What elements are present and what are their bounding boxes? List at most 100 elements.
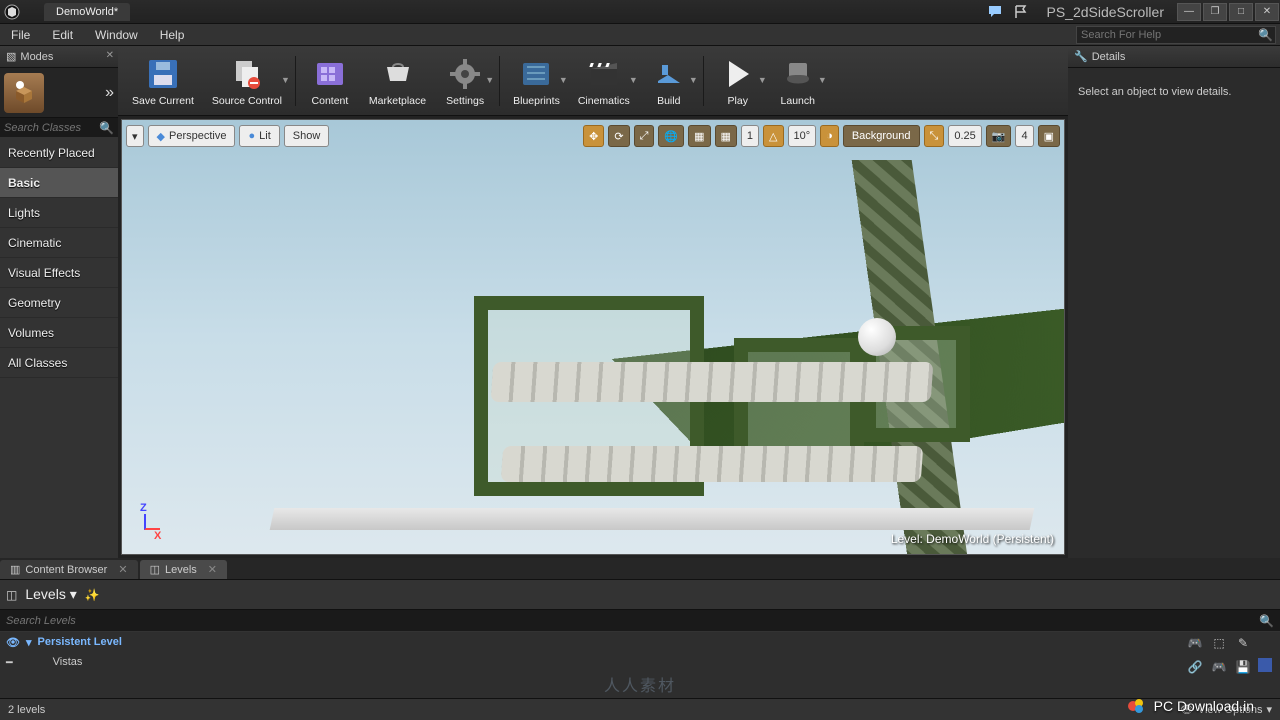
edit-icon[interactable]: ✎ (1234, 634, 1252, 652)
levels-toolbar: ◫ Levels ▾ ✨ (0, 580, 1280, 610)
chevron-down-icon[interactable]: ▼ (818, 75, 827, 85)
tab-levels[interactable]: ◫ Levels ✕ (140, 560, 227, 579)
level-row-child[interactable]: ━ Vistas (0, 652, 1280, 672)
play-icon (719, 55, 757, 93)
angle-snap-icon[interactable]: △ (763, 125, 783, 147)
camera-icon: ◆ (157, 130, 165, 143)
close-button[interactable]: ✕ (1255, 3, 1279, 21)
grid-snap-icon[interactable]: ▦ (715, 125, 737, 147)
camera-speed-value[interactable]: 4 (1015, 125, 1033, 147)
angle-snap-value[interactable]: 10° (788, 125, 817, 147)
translate-gizmo-icon[interactable]: ✥ (583, 125, 604, 147)
marketplace-icon (379, 55, 417, 93)
cat-all-classes[interactable]: All Classes (0, 348, 118, 378)
settings-button[interactable]: Settings ▼ (436, 49, 494, 113)
tab-content-browser[interactable]: ▥ Content Browser ✕ (0, 560, 138, 579)
search-classes-input[interactable] (4, 122, 114, 134)
category-list: Recently Placed Basic Lights Cinematic V… (0, 138, 118, 558)
level-count: 2 levels (8, 704, 45, 716)
background-button[interactable]: Background (843, 125, 920, 147)
level-action-icons: 🎮 ⬚ ✎ 🔗 🎮 💾 (1186, 634, 1272, 676)
content-icon (311, 55, 349, 93)
rotate-gizmo-icon[interactable]: ⟳ (608, 125, 629, 147)
level-row-persistent[interactable]: 👁 ▾ Persistent Level (0, 632, 1280, 652)
main-toolbar: Save Current Source Control ▼ Content Ma… (118, 46, 1068, 116)
document-tab[interactable]: DemoWorld* (44, 3, 130, 21)
marketplace-button[interactable]: Marketplace (361, 49, 434, 113)
maximize-viewport-icon[interactable]: ▣ (1038, 125, 1060, 147)
scale-snap-icon[interactable]: ◑ (820, 125, 839, 147)
chevron-down-icon[interactable]: ▼ (758, 75, 767, 85)
restore-button[interactable]: ❐ (1203, 3, 1227, 21)
lit-dropdown[interactable]: ●Lit (239, 125, 279, 147)
eye-closed-icon[interactable]: ━ (6, 656, 13, 669)
chevron-down-icon[interactable]: ▼ (689, 75, 698, 85)
details-header: 🔧 Details (1068, 46, 1280, 68)
gamepad-icon[interactable]: 🎮 (1186, 634, 1204, 652)
search-levels[interactable]: 🔍 (0, 610, 1280, 632)
levels-dropdown[interactable]: Levels ▾ (25, 586, 76, 603)
grid-snap-value[interactable]: 1 (741, 125, 759, 147)
chevron-down-icon[interactable]: ▼ (485, 75, 494, 85)
blueprints-button[interactable]: Blueprints ▼ (505, 49, 568, 113)
close-icon[interactable]: ✕ (118, 563, 127, 576)
camera-icon[interactable]: 📷 (986, 125, 1012, 147)
search-classes[interactable]: 🔍 (0, 118, 118, 138)
coord-space-icon[interactable]: 🌐 (658, 125, 684, 147)
close-icon[interactable]: ✕ (106, 50, 114, 61)
search-icon: 🔍 (99, 121, 114, 135)
maximize-button[interactable]: □ (1229, 3, 1253, 21)
content-button[interactable]: Content (301, 49, 359, 113)
cinematics-button[interactable]: Cinematics ▼ (570, 49, 638, 113)
chat-bubble-icon[interactable] (985, 2, 1005, 22)
kinematic-icon[interactable]: ⬚ (1210, 634, 1228, 652)
place-mode-icon[interactable] (4, 73, 44, 113)
camera-speed-icon[interactable]: ⤡ (924, 125, 945, 147)
flag-icon[interactable] (1011, 2, 1031, 22)
menu-file[interactable]: File (0, 25, 41, 45)
chevron-down-icon[interactable]: ▼ (629, 75, 638, 85)
menu-edit[interactable]: Edit (41, 25, 84, 45)
scale-snap-value[interactable]: 0.25 (948, 125, 981, 147)
save-current-button[interactable]: Save Current (124, 49, 202, 113)
cat-cinematic[interactable]: Cinematic (0, 228, 118, 258)
chevron-down-icon[interactable]: ▼ (281, 75, 290, 85)
lock-icon[interactable]: 🔗 (1186, 658, 1204, 676)
cat-geometry[interactable]: Geometry (0, 288, 118, 318)
show-dropdown[interactable]: Show (284, 125, 330, 147)
color-icon[interactable] (1258, 658, 1272, 672)
viewport-options-dropdown[interactable]: ▾ (126, 125, 144, 147)
gamepad-icon[interactable]: 🎮 (1210, 658, 1228, 676)
cat-visual-effects[interactable]: Visual Effects (0, 258, 118, 288)
details-title: Details (1092, 51, 1126, 63)
menu-window[interactable]: Window (84, 25, 149, 45)
search-help[interactable]: 🔍 (1076, 26, 1276, 44)
menu-help[interactable]: Help (149, 25, 196, 45)
minimize-button[interactable]: — (1177, 3, 1201, 21)
chevron-down-icon[interactable]: ▼ (559, 75, 568, 85)
scale-gizmo-icon[interactable]: ⤢ (634, 125, 655, 147)
cat-recently-placed[interactable]: Recently Placed (0, 138, 118, 168)
source-control-button[interactable]: Source Control ▼ (204, 49, 290, 113)
gear-icon (446, 55, 484, 93)
search-help-input[interactable] (1076, 26, 1276, 44)
axis-gizmo: Z X (140, 502, 161, 542)
folder-icon: ▥ (10, 563, 20, 576)
level-details-icon[interactable]: ✨ (85, 588, 100, 602)
cat-volumes[interactable]: Volumes (0, 318, 118, 348)
launch-button[interactable]: Launch ▼ (769, 49, 827, 113)
play-button[interactable]: Play ▼ (709, 49, 767, 113)
save-icon[interactable]: 💾 (1234, 658, 1252, 676)
cat-lights[interactable]: Lights (0, 198, 118, 228)
surface-snap-icon[interactable]: ▦ (688, 125, 710, 147)
search-levels-input[interactable] (6, 615, 1274, 627)
close-icon[interactable]: ✕ (208, 563, 217, 576)
chevron-down-icon[interactable]: ▾ (26, 636, 32, 649)
cat-basic[interactable]: Basic (0, 168, 118, 198)
expand-icon[interactable]: » (105, 84, 114, 102)
build-button[interactable]: Build ▼ (640, 49, 698, 113)
eye-icon[interactable]: 👁 (6, 636, 20, 649)
title-bar: DemoWorld* PS_2dSideScroller — ❐ □ ✕ (0, 0, 1280, 24)
viewport[interactable]: ▾ ◆Perspective ●Lit Show ✥ ⟳ ⤢ 🌐 ▦ ▦ 1 △… (121, 119, 1065, 555)
perspective-dropdown[interactable]: ◆Perspective (148, 125, 236, 147)
